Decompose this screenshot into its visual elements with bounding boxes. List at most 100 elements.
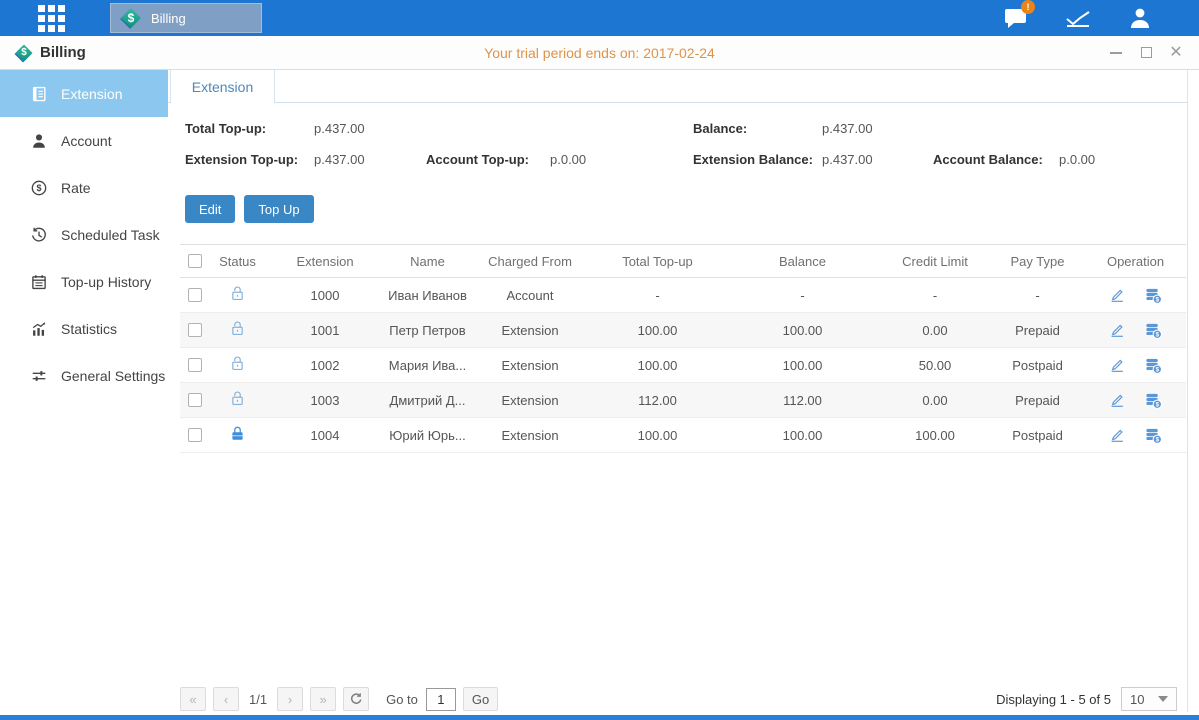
sidebar-item-label: General Settings (61, 368, 165, 384)
scheduled-task-icon (30, 226, 48, 244)
tab-extension[interactable]: Extension (170, 70, 275, 103)
edit-row-icon[interactable] (1108, 321, 1126, 339)
sidebar-item-statistics[interactable]: Statistics (0, 305, 168, 352)
goto-page-input[interactable] (426, 688, 456, 711)
extension-topup-value: p.437.00 (314, 152, 365, 167)
extension-balance-value: p.437.00 (822, 152, 873, 167)
go-button[interactable]: Go (463, 687, 498, 711)
cell-charged-from: Extension (470, 313, 590, 348)
sidebar-item-account[interactable]: Account (0, 117, 168, 164)
trial-notice: Your trial period ends on: 2017-02-24 (484, 45, 715, 61)
sidebar-item-scheduled-task[interactable]: Scheduled Task (0, 211, 168, 258)
lock-open-icon (229, 395, 246, 410)
cell-total-topup: 100.00 (590, 418, 725, 453)
sidebar-item-topup-history[interactable]: Top-up History (0, 258, 168, 305)
cell-credit-limit: 0.00 (880, 383, 990, 418)
table-row: 1001 Петр Петров Extension 100.00 100.00… (180, 313, 1186, 348)
user-account-icon[interactable] (1125, 5, 1155, 31)
cell-pay-type: Postpaid (990, 348, 1085, 383)
cell-credit-limit: 0.00 (880, 313, 990, 348)
pagination-bar: « ‹ 1/1 › » Go to Go Displaying 1 - 5 of… (180, 686, 1177, 712)
table-row: 1004 Юрий Юрь... Extension 100.00 100.00… (180, 418, 1186, 453)
main-content: Extension Total Top-up: p.437.00 Balance… (168, 70, 1199, 720)
column-header-status: Status (210, 245, 265, 278)
cell-pay-type: Postpaid (990, 418, 1085, 453)
cell-extension: 1003 (265, 383, 385, 418)
top-up-row-icon[interactable]: $ (1144, 426, 1163, 445)
sidebar-item-extension[interactable]: Extension (0, 70, 168, 117)
sidebar-item-label: Account (61, 133, 112, 149)
close-icon[interactable]: ✕ (1169, 46, 1183, 60)
lock-open-icon (229, 290, 246, 305)
next-page-button[interactable]: › (277, 687, 303, 711)
window-title: $ Billing (14, 43, 86, 63)
top-up-row-icon[interactable]: $ (1144, 356, 1163, 375)
page-size-select[interactable]: 10 (1121, 687, 1177, 711)
account-balance-label: Account Balance: (933, 152, 1043, 167)
maximize-icon[interactable] (1139, 46, 1153, 60)
sidebar-item-general-settings[interactable]: General Settings (0, 352, 168, 399)
taskbar-tab-billing[interactable]: $ Billing (110, 3, 262, 33)
app-launcher-icon[interactable] (38, 5, 65, 32)
row-checkbox[interactable] (188, 323, 202, 337)
column-header-balance: Balance (725, 245, 880, 278)
top-up-button[interactable]: Top Up (244, 195, 313, 223)
minimize-icon[interactable] (1109, 46, 1123, 60)
last-page-button[interactable]: » (310, 687, 336, 711)
extension-balance-label: Extension Balance: (693, 152, 813, 167)
page-indicator: 1/1 (249, 692, 267, 707)
first-page-button[interactable]: « (180, 687, 206, 711)
window-bottom-edge (0, 715, 1199, 720)
cell-credit-limit: 50.00 (880, 348, 990, 383)
row-checkbox[interactable] (188, 288, 202, 302)
svg-text:$: $ (1156, 401, 1160, 408)
cell-pay-type: - (990, 278, 1085, 313)
sidebar-item-label: Scheduled Task (61, 227, 160, 243)
billing-app-icon: $ (119, 6, 143, 30)
account-topup-label: Account Top-up: (426, 152, 529, 167)
top-up-row-icon[interactable]: $ (1144, 286, 1163, 305)
edit-row-icon[interactable] (1108, 286, 1126, 304)
cell-credit-limit: - (880, 278, 990, 313)
sidebar-item-rate[interactable]: $ Rate (0, 164, 168, 211)
row-checkbox[interactable] (188, 428, 202, 442)
goto-label: Go to (386, 692, 418, 707)
cell-name: Дмитрий Д... (385, 383, 470, 418)
tab-label: Extension (192, 79, 253, 95)
column-header-total-topup: Total Top-up (590, 245, 725, 278)
prev-page-button[interactable]: ‹ (213, 687, 239, 711)
row-checkbox[interactable] (188, 358, 202, 372)
cell-charged-from: Account (470, 278, 590, 313)
notifications-icon[interactable]: ! (1001, 5, 1031, 31)
account-icon (30, 132, 48, 150)
table-row: 1003 Дмитрий Д... Extension 112.00 112.0… (180, 383, 1186, 418)
edit-row-icon[interactable] (1108, 426, 1126, 444)
column-header-charged-from: Charged From (470, 245, 590, 278)
top-up-row-icon[interactable]: $ (1144, 391, 1163, 410)
top-up-row-icon[interactable]: $ (1144, 321, 1163, 340)
select-all-checkbox[interactable] (188, 254, 202, 268)
balance-label: Balance: (693, 121, 747, 136)
edit-row-icon[interactable] (1108, 391, 1126, 409)
lock-closed-icon (229, 430, 246, 445)
cell-pay-type: Prepaid (990, 383, 1085, 418)
notification-badge: ! (1021, 0, 1035, 14)
sidebar-item-label: Statistics (61, 321, 117, 337)
sidebar-item-label: Top-up History (61, 274, 151, 290)
svg-text:$: $ (1156, 366, 1160, 373)
refresh-icon[interactable] (343, 687, 369, 711)
cell-credit-limit: 100.00 (880, 418, 990, 453)
chevron-down-icon (1158, 696, 1168, 702)
cell-charged-from: Extension (470, 418, 590, 453)
topbar: $ Billing ! (0, 0, 1199, 36)
cell-extension: 1001 (265, 313, 385, 348)
edit-button[interactable]: Edit (185, 195, 235, 223)
cell-extension: 1000 (265, 278, 385, 313)
total-topup-value: p.437.00 (314, 121, 365, 136)
row-checkbox[interactable] (188, 393, 202, 407)
edit-row-icon[interactable] (1108, 356, 1126, 374)
account-balance-value: p.0.00 (1059, 152, 1095, 167)
svg-text:$: $ (1156, 296, 1160, 303)
column-header-extension: Extension (265, 245, 385, 278)
reports-chart-icon[interactable] (1063, 5, 1093, 31)
